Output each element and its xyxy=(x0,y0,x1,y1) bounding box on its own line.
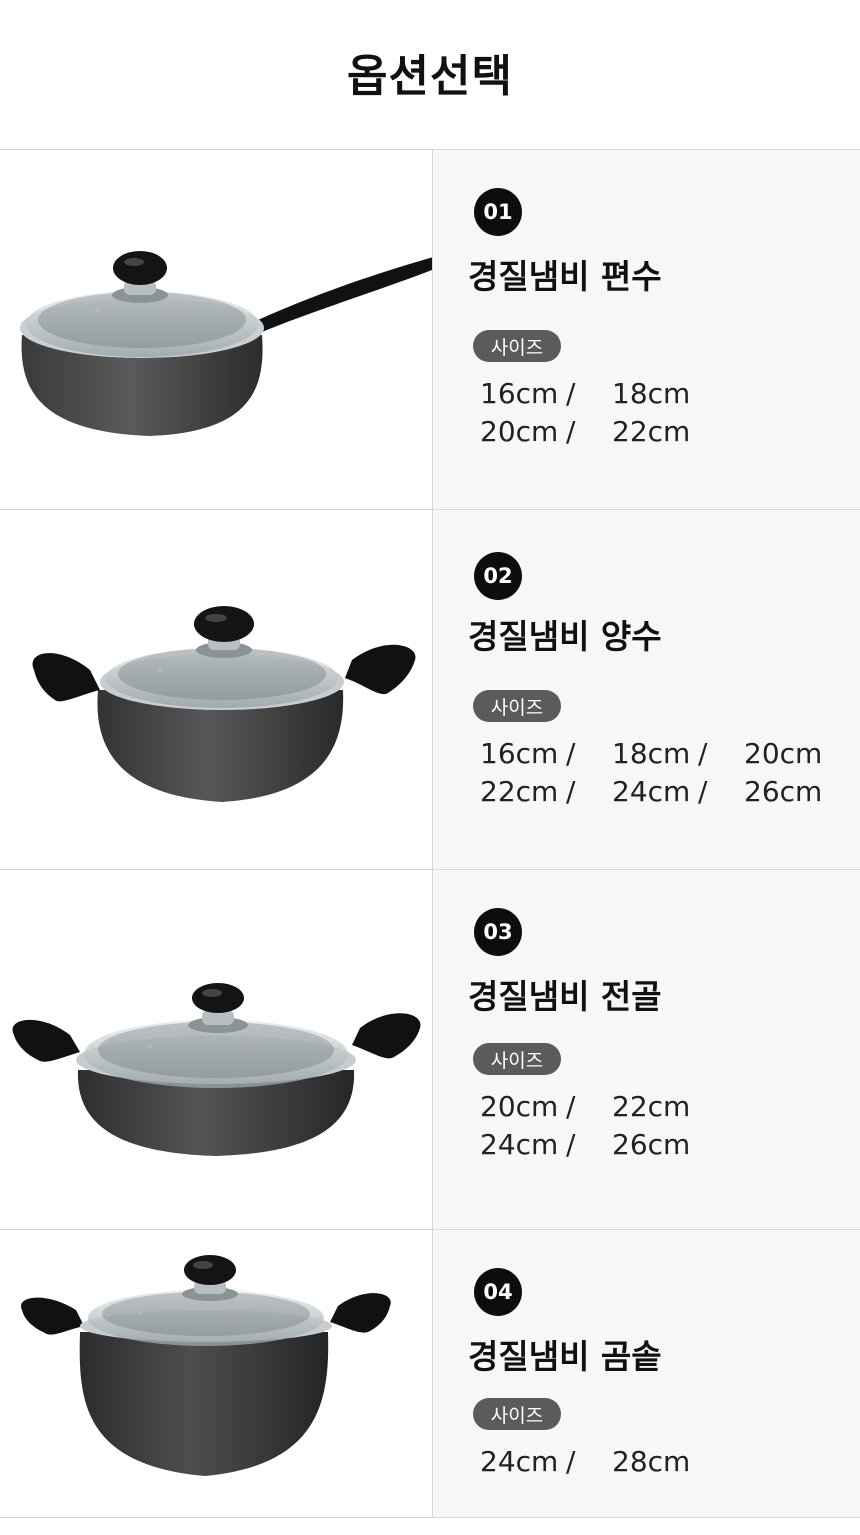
option-name: 경질냄비 곰솥 xyxy=(468,1337,662,1376)
size-chip: 사이즈 xyxy=(473,1398,561,1430)
option-number-badge: 04 xyxy=(474,1268,522,1316)
page-header: 옵션선택 xyxy=(0,0,860,150)
size-list: 20cm / 22cm 24cm / 26cm xyxy=(480,1087,698,1163)
option-info-1: 01 경질냄비 편수 사이즈 16cm / 18cm 20cm / 22cm xyxy=(432,150,860,509)
page-title: 옵션선택 xyxy=(347,50,513,102)
size-separator: / xyxy=(698,774,708,808)
size-value: 18cm xyxy=(612,376,691,410)
size-value: 26cm xyxy=(612,1127,691,1161)
size-chip: 사이즈 xyxy=(473,1043,561,1075)
size-separator: / xyxy=(566,736,576,770)
size-separator: / xyxy=(566,774,576,808)
size-separator: / xyxy=(566,414,576,448)
option-number-badge: 02 xyxy=(474,552,522,600)
option-row-2[interactable]: 02 경질냄비 양수 사이즈 16cm / 18cm / 20cm 22cm /… xyxy=(0,510,860,870)
size-value: 20cm xyxy=(480,414,559,448)
product-image-two-handle-pot xyxy=(0,510,432,869)
size-value: 22cm xyxy=(612,1089,691,1123)
size-separator: / xyxy=(566,1089,576,1123)
size-row: 16cm / 18cm / 20cm xyxy=(480,734,830,772)
size-value: 24cm xyxy=(480,1127,559,1161)
size-row: 24cm / 28cm xyxy=(480,1442,698,1480)
option-row-3[interactable]: 03 경질냄비 전골 사이즈 20cm / 22cm 24cm / 26cm xyxy=(0,870,860,1230)
size-value: 16cm xyxy=(480,736,559,770)
product-image-stockpot xyxy=(0,1230,432,1517)
size-separator: / xyxy=(698,736,708,770)
option-info-4: 04 경질냄비 곰솥 사이즈 24cm / 28cm xyxy=(432,1230,860,1517)
option-info-3: 03 경질냄비 전골 사이즈 20cm / 22cm 24cm / 26cm xyxy=(432,870,860,1229)
size-separator: / xyxy=(566,1444,576,1478)
size-value: 26cm xyxy=(744,774,823,808)
size-row: 16cm / 18cm xyxy=(480,374,698,412)
size-value: 18cm xyxy=(612,736,691,770)
option-row-4[interactable]: 04 경질냄비 곰솥 사이즈 24cm / 28cm xyxy=(0,1230,860,1518)
option-number-badge: 03 xyxy=(474,908,522,956)
product-image-saucepan xyxy=(0,150,432,509)
size-chip: 사이즈 xyxy=(473,690,561,722)
size-value: 22cm xyxy=(612,414,691,448)
option-row-1[interactable]: 01 경질냄비 편수 사이즈 16cm / 18cm 20cm / 22cm xyxy=(0,150,860,510)
size-separator: / xyxy=(566,376,576,410)
size-value: 24cm xyxy=(480,1444,559,1478)
option-info-2: 02 경질냄비 양수 사이즈 16cm / 18cm / 20cm 22cm /… xyxy=(432,510,860,869)
size-row: 20cm / 22cm xyxy=(480,1087,698,1125)
size-chip: 사이즈 xyxy=(473,330,561,362)
product-image-shallow-pot xyxy=(0,870,432,1229)
size-list: 24cm / 28cm xyxy=(480,1442,698,1480)
size-value: 20cm xyxy=(744,736,823,770)
size-row: 22cm / 24cm / 26cm xyxy=(480,772,830,810)
size-list: 16cm / 18cm 20cm / 22cm xyxy=(480,374,698,450)
option-name: 경질냄비 편수 xyxy=(468,257,662,296)
size-value: 16cm xyxy=(480,376,559,410)
size-value: 24cm xyxy=(612,774,691,808)
size-value: 20cm xyxy=(480,1089,559,1123)
size-value: 28cm xyxy=(612,1444,691,1478)
size-value: 22cm xyxy=(480,774,559,808)
option-page: 옵션선택 01 경질냄비 편수 사이즈 16cm / 18cm 20cm / 2… xyxy=(0,0,860,1535)
size-row: 20cm / 22cm xyxy=(480,412,698,450)
size-row: 24cm / 26cm xyxy=(480,1125,698,1163)
option-name: 경질냄비 양수 xyxy=(468,617,662,656)
size-separator: / xyxy=(566,1127,576,1161)
option-number-badge: 01 xyxy=(474,188,522,236)
size-list: 16cm / 18cm / 20cm 22cm / 24cm / 26cm xyxy=(480,734,830,810)
option-name: 경질냄비 전골 xyxy=(468,977,662,1016)
